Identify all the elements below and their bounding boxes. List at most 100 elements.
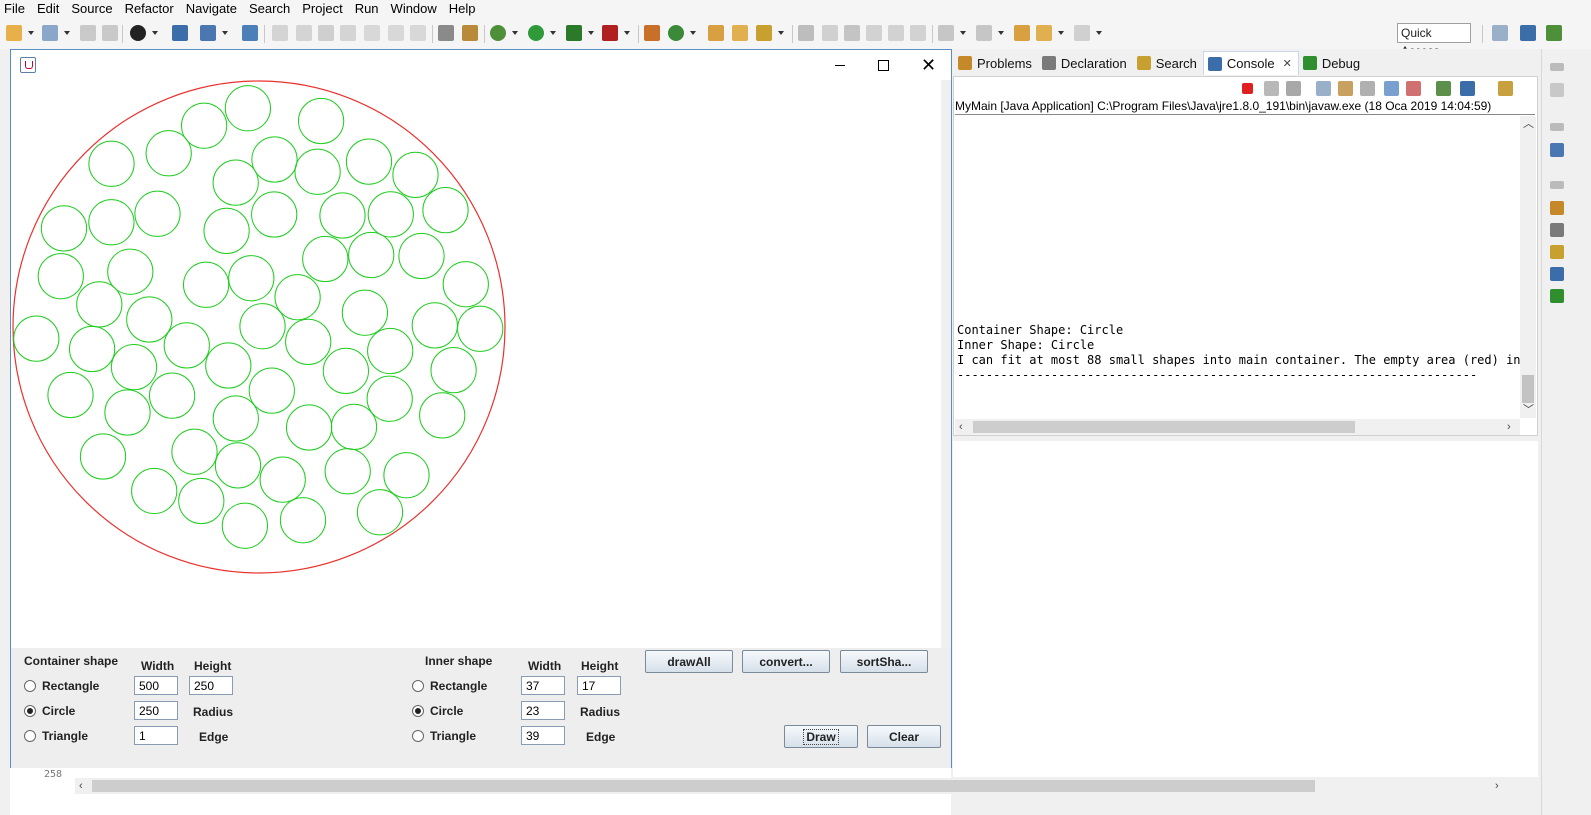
scroll-down-icon[interactable]: ﹀ (1523, 404, 1534, 416)
tab-problems[interactable]: Problems (954, 51, 1038, 75)
container-triangle-radio[interactable]: Triangle (24, 729, 88, 743)
open-perspective-icon[interactable] (1492, 25, 1508, 41)
tab-declaration[interactable]: Declaration (1038, 51, 1133, 75)
menu-search[interactable]: Search (243, 1, 296, 16)
console-icon[interactable] (1550, 267, 1564, 281)
menu-navigate[interactable]: Navigate (180, 1, 243, 16)
window-titlebar[interactable]: ✕ (11, 50, 951, 80)
menu-edit[interactable]: Edit (31, 1, 65, 16)
show-on-stderr-icon[interactable] (1406, 81, 1421, 96)
outline-icon[interactable] (1550, 143, 1564, 157)
container-circle-radio[interactable]: Circle (24, 704, 75, 718)
menu-help[interactable]: Help (443, 1, 482, 16)
inner-width-field[interactable] (521, 676, 565, 695)
menu-refactor[interactable]: Refactor (119, 1, 180, 16)
new-class-icon[interactable] (668, 25, 684, 41)
minimize-view-icon[interactable] (1550, 181, 1564, 189)
open-folder-icon[interactable] (732, 25, 748, 41)
tab-console[interactable]: Console ✕ (1202, 51, 1299, 75)
skip-breakpoints-icon[interactable] (242, 25, 258, 41)
terminate-icon[interactable] (1242, 83, 1253, 94)
draw-all-button[interactable]: drawAll (645, 650, 733, 673)
console-horizontal-scrollbar[interactable]: ‹ › (955, 419, 1520, 435)
declaration-icon[interactable] (1550, 223, 1564, 237)
close-icon[interactable]: ✕ (1283, 57, 1292, 70)
convert-button[interactable]: convert... (742, 650, 830, 673)
profile-icon[interactable] (130, 25, 146, 41)
debug-bug-icon[interactable] (1550, 289, 1564, 303)
tab-debug[interactable]: Debug (1299, 51, 1366, 75)
editor-horizontal-scrollbar[interactable]: ‹ › (75, 778, 1525, 794)
scroll-up-icon[interactable]: ︿ (1523, 118, 1534, 130)
back-icon[interactable] (1036, 25, 1052, 41)
debug-icon[interactable] (490, 25, 506, 41)
save-icon[interactable] (80, 25, 96, 41)
container-edge-field[interactable] (134, 726, 178, 745)
remove-all-launches-icon[interactable] (1286, 81, 1301, 96)
search-flashlight-icon[interactable] (1550, 245, 1564, 259)
display-console-icon[interactable] (1460, 81, 1475, 96)
container-rectangle-radio[interactable]: Rectangle (24, 679, 99, 693)
scroll-left-icon[interactable]: ‹ (79, 780, 83, 792)
java-perspective-icon[interactable] (1520, 25, 1536, 41)
scrollbar-thumb[interactable] (973, 421, 1355, 433)
inner-edge-field[interactable] (521, 726, 565, 745)
menu-file[interactable]: File (0, 1, 31, 16)
menu-project[interactable]: Project (296, 1, 348, 16)
radio-indicator[interactable] (24, 680, 36, 692)
external-tools-icon[interactable] (602, 25, 618, 41)
show-on-stdout-icon[interactable] (1384, 81, 1399, 96)
container-width-field[interactable] (134, 676, 178, 695)
radio-indicator[interactable] (412, 730, 424, 742)
save-all-icon[interactable] (102, 25, 118, 41)
run-icon[interactable] (528, 25, 544, 41)
scroll-lock-icon[interactable] (1338, 81, 1353, 96)
minimize-button[interactable] (817, 50, 862, 80)
minimize-view-icon[interactable] (1550, 123, 1564, 131)
menu-run[interactable]: Run (349, 1, 385, 16)
open-console-icon[interactable] (1498, 81, 1513, 96)
clear-console-icon[interactable] (1316, 81, 1331, 96)
problems-icon[interactable] (1550, 201, 1564, 215)
scrollbar-thumb[interactable] (92, 780, 1315, 792)
forward-icon[interactable] (1074, 25, 1090, 41)
inner-circle-radio[interactable]: Circle (412, 704, 463, 718)
use-step-filters-icon[interactable] (462, 25, 478, 41)
remove-launch-icon[interactable] (1264, 81, 1279, 96)
minimize-view-icon[interactable] (1550, 63, 1564, 71)
scroll-right-icon[interactable]: › (1495, 780, 1499, 792)
new-file-icon[interactable] (42, 25, 58, 41)
inner-rectangle-radio[interactable]: Rectangle (412, 679, 487, 693)
menu-source[interactable]: Source (65, 1, 118, 16)
radio-indicator[interactable] (24, 705, 36, 717)
outline-icon[interactable] (200, 25, 216, 41)
scrollbar-thumb[interactable] (1522, 375, 1534, 403)
inner-radius-field[interactable] (521, 701, 565, 720)
task-list-icon[interactable] (1550, 83, 1564, 97)
open-type-icon[interactable] (708, 25, 724, 41)
coverage-icon[interactable] (566, 25, 582, 41)
radio-indicator[interactable] (412, 680, 424, 692)
terminal-icon[interactable] (172, 25, 188, 41)
container-height-field[interactable] (189, 676, 233, 695)
tab-search[interactable]: Search (1133, 51, 1203, 75)
new-java-project-icon[interactable] (644, 25, 660, 41)
container-radius-field[interactable] (134, 701, 178, 720)
radio-indicator[interactable] (24, 730, 36, 742)
close-button[interactable]: ✕ (906, 50, 951, 80)
console-vertical-scrollbar[interactable]: ︿ ﹀ (1520, 116, 1536, 418)
search-flashlight-icon[interactable] (756, 25, 772, 41)
draw-button[interactable]: Draw (784, 725, 858, 748)
radio-indicator[interactable] (412, 705, 424, 717)
sort-shapes-button[interactable]: sortSha... (840, 650, 928, 673)
debug-perspective-icon[interactable] (1546, 25, 1562, 41)
inner-triangle-radio[interactable]: Triangle (412, 729, 476, 743)
maximize-button[interactable] (861, 50, 906, 80)
last-edit-icon[interactable] (1014, 25, 1030, 41)
menu-window[interactable]: Window (385, 1, 443, 16)
word-wrap-icon[interactable] (1360, 81, 1375, 96)
inner-height-field[interactable] (577, 676, 621, 695)
scroll-left-icon[interactable]: ‹ (959, 421, 963, 433)
toggle-block-icon[interactable] (438, 25, 454, 41)
clear-button[interactable]: Clear (867, 725, 941, 748)
